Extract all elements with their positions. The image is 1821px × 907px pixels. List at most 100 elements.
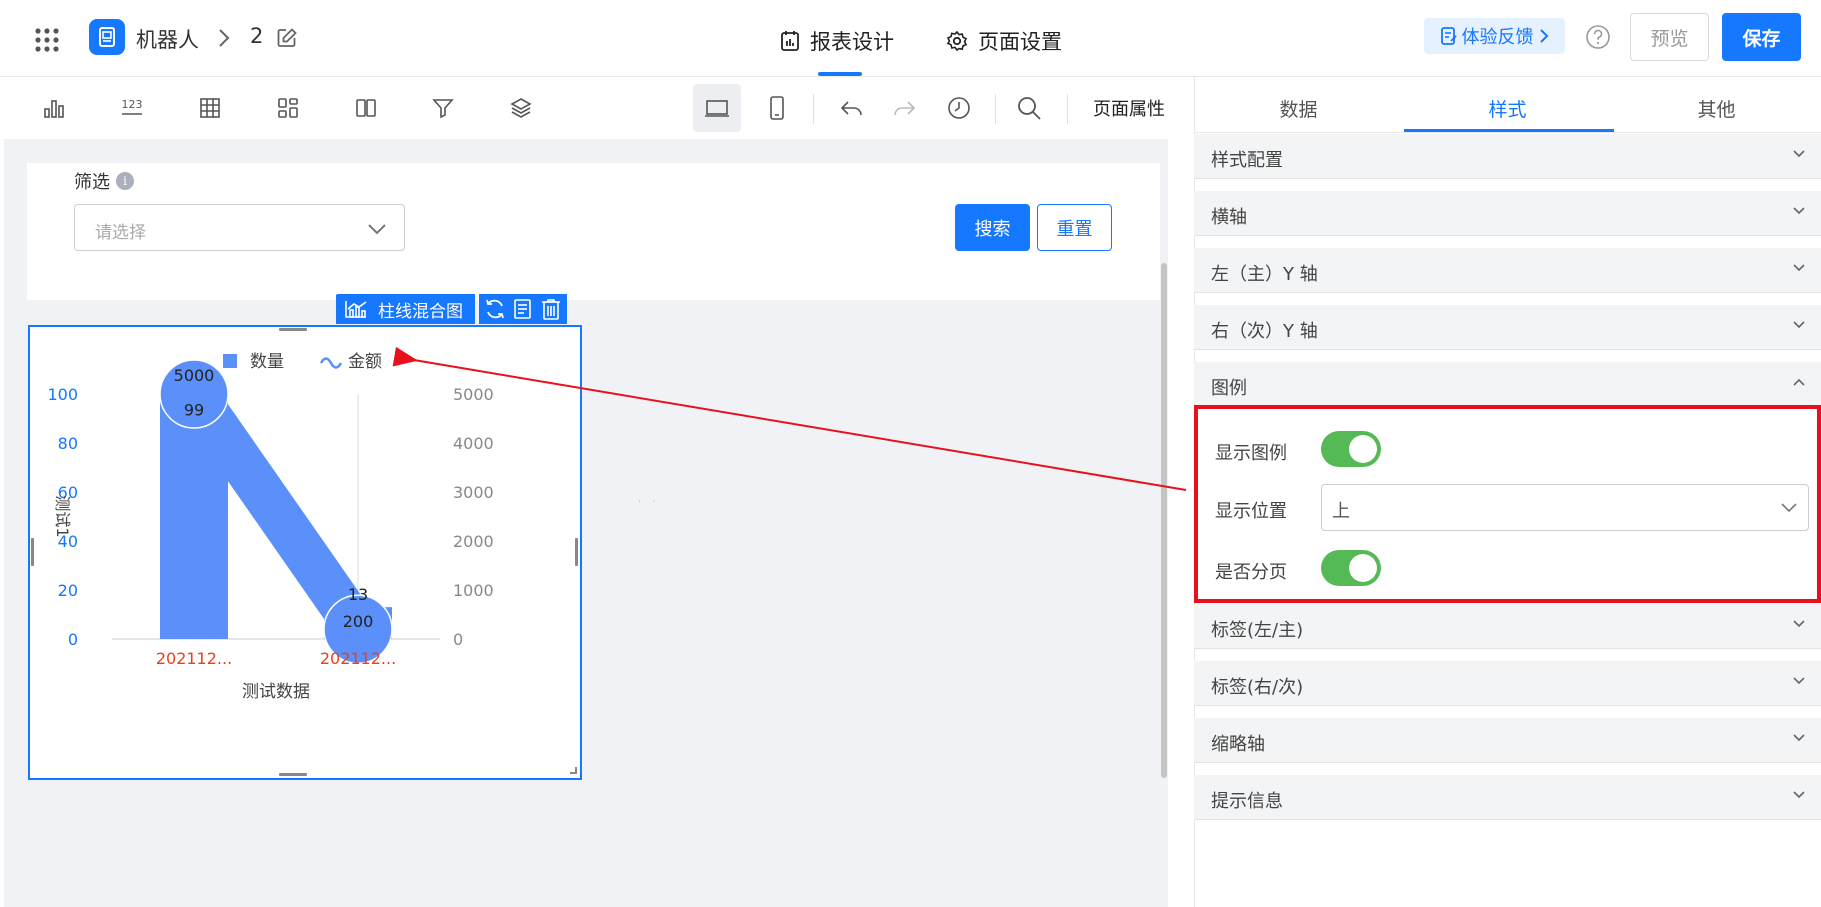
- right-axis-tick-label: 2000: [453, 532, 494, 551]
- reset-button[interactable]: 重置: [1037, 204, 1112, 251]
- resize-handle-top: [279, 328, 307, 331]
- chevron-down-icon: [1792, 676, 1806, 686]
- search-icon[interactable]: [1014, 93, 1044, 123]
- line-data-label: 5000: [174, 366, 215, 385]
- bar-line-chart[interactable]: 数量 金额 0 20 40 60 80 100 0 1000 2000 3000 4000 5000 测试1…: [28, 325, 582, 780]
- left-axis-tick-label: 80: [58, 434, 78, 453]
- page-properties-button[interactable]: 页面属性: [1093, 95, 1165, 121]
- chevron-right-icon: [214, 27, 234, 49]
- undo-icon[interactable]: [837, 93, 867, 123]
- legend-item-label: 数量: [250, 352, 284, 372]
- desktop-icon[interactable]: [702, 93, 732, 123]
- section-label: 图例: [1211, 378, 1247, 399]
- tab-page-settings[interactable]: 页面设置: [946, 26, 1062, 56]
- tab-other[interactable]: 其他: [1612, 95, 1821, 122]
- section-label: 右（次）Y 轴: [1211, 321, 1318, 342]
- tab-label: 报表设计: [810, 30, 894, 54]
- toolbar-divider: [1067, 94, 1068, 124]
- chevron-down-icon: [1792, 619, 1806, 629]
- toggle-knob: [1349, 554, 1377, 582]
- filter-select-placeholder: 请选择: [95, 223, 146, 243]
- table-icon[interactable]: [195, 93, 225, 123]
- edit-icon[interactable]: [276, 27, 298, 49]
- resize-handle-right: [575, 538, 578, 566]
- canvas-scrollbar[interactable]: [1161, 263, 1167, 778]
- help-icon[interactable]: [1585, 24, 1611, 50]
- gear-icon: [946, 30, 968, 52]
- left-axis-tick-label: 0: [68, 630, 78, 649]
- layers-icon[interactable]: [506, 93, 536, 123]
- right-axis-tick-label: 5000: [453, 385, 494, 404]
- chevron-down-icon: [1792, 320, 1806, 330]
- app-grid-icon[interactable]: [34, 27, 60, 53]
- active-tab-indicator: [818, 72, 862, 76]
- left-axis-tick-label: 100: [47, 385, 78, 404]
- show-legend-toggle[interactable]: [1321, 431, 1381, 467]
- chart-widget-toolbar: 柱线混合图: [336, 294, 567, 324]
- chevron-down-icon: [366, 222, 388, 236]
- chevron-up-icon: [1792, 377, 1806, 387]
- x-axis-tick-label: 202112...: [320, 649, 396, 668]
- section-left-y-axis[interactable]: 左（主）Y 轴: [1194, 248, 1821, 293]
- x-axis-tick-label: 202112...: [156, 649, 232, 668]
- show-legend-label: 显示图例: [1215, 443, 1287, 464]
- grid-layout-icon[interactable]: [273, 93, 303, 123]
- mobile-icon[interactable]: [762, 93, 792, 123]
- section-x-axis[interactable]: 横轴: [1194, 191, 1821, 236]
- legend-position-label: 显示位置: [1215, 501, 1287, 522]
- x-axis-title: 测试数据: [242, 682, 310, 702]
- report-icon: [781, 31, 799, 51]
- redo-icon[interactable]: [889, 93, 919, 123]
- filter-select[interactable]: 请选择: [74, 204, 405, 251]
- line-data-label: 200: [343, 612, 374, 631]
- left-axis-tick-label: 20: [58, 581, 78, 600]
- section-right-y-axis[interactable]: 右（次）Y 轴: [1194, 305, 1821, 350]
- section-label: 标签(左/主): [1211, 620, 1304, 641]
- delete-icon[interactable]: [539, 297, 563, 321]
- save-button[interactable]: 保存: [1722, 13, 1801, 61]
- legend-paging-toggle[interactable]: [1321, 550, 1381, 586]
- section-label: 标签(右/次): [1211, 677, 1304, 698]
- chevron-down-icon: [1792, 790, 1806, 800]
- top-header: 机器人 2 报表设计 页面设置 体验反馈 预览 保存: [0, 0, 1821, 77]
- section-tooltip[interactable]: 提示信息: [1194, 775, 1821, 820]
- history-icon[interactable]: [944, 93, 974, 123]
- page-number: 2: [250, 24, 264, 48]
- filter-label-row: 筛选 i: [74, 168, 134, 194]
- resize-handle-left: [31, 538, 34, 566]
- chart-svg: 数量 金额020406080100010002000300040005000测试1…: [31, 328, 578, 776]
- section-style-config[interactable]: 样式配置: [1194, 134, 1821, 179]
- app-name[interactable]: 机器人: [136, 24, 199, 54]
- refresh-icon[interactable]: [483, 297, 507, 321]
- feedback-button[interactable]: 体验反馈: [1424, 18, 1565, 54]
- right-axis-tick-label: 1000: [453, 581, 494, 600]
- tab-report-design[interactable]: 报表设计: [780, 26, 894, 56]
- section-label-right[interactable]: 标签(右/次): [1194, 661, 1821, 706]
- bar-chart-icon[interactable]: [39, 93, 69, 123]
- column-layout-icon[interactable]: [351, 93, 381, 123]
- section-legend[interactable]: 图例: [1194, 362, 1821, 407]
- tab-label: 页面设置: [978, 30, 1062, 54]
- bar-data-label: 99: [184, 400, 204, 419]
- chart-widget-title[interactable]: 柱线混合图: [336, 294, 475, 324]
- search-button[interactable]: 搜索: [955, 204, 1030, 251]
- resize-handle-corner: [570, 767, 577, 774]
- preview-button[interactable]: 预览: [1630, 13, 1709, 61]
- resize-handle-bottom: [279, 773, 307, 776]
- tab-style[interactable]: 样式: [1403, 95, 1612, 122]
- section-thumbnail-axis[interactable]: 缩略轴: [1194, 718, 1821, 763]
- copy-icon[interactable]: [511, 297, 535, 321]
- app-logo: [89, 19, 125, 55]
- info-icon[interactable]: i: [116, 172, 134, 190]
- feedback-icon: [1440, 27, 1457, 45]
- legend-settings-highlight: 显示图例 显示位置 上 是否分页: [1194, 405, 1821, 603]
- legend-item-label: 金额: [348, 352, 382, 372]
- section-label-left[interactable]: 标签(左/主): [1194, 604, 1821, 649]
- number-icon[interactable]: 123: [117, 93, 147, 123]
- tab-data[interactable]: 数据: [1194, 95, 1403, 122]
- chevron-down-icon: [1780, 502, 1798, 514]
- legend-marker-square: [223, 354, 237, 368]
- section-label: 缩略轴: [1211, 734, 1265, 755]
- legend-position-select[interactable]: 上: [1321, 484, 1809, 531]
- filter-icon[interactable]: [428, 93, 458, 123]
